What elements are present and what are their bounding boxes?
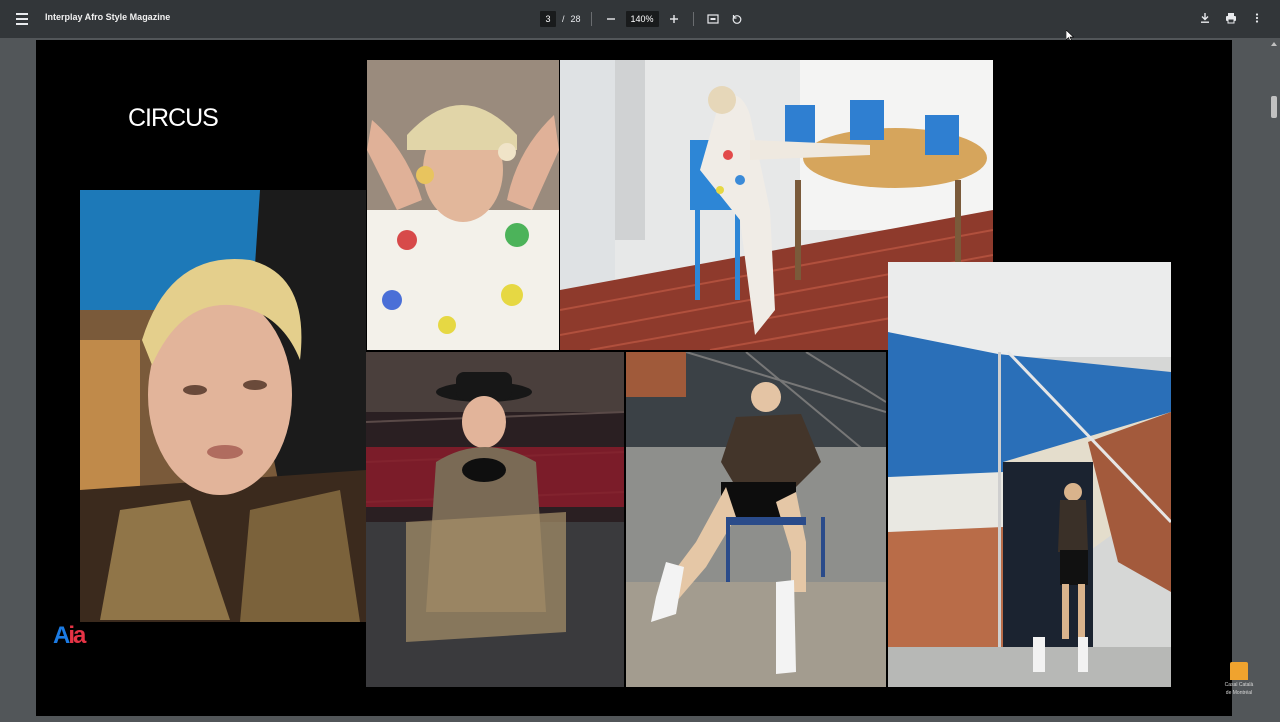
- right-controls: [1196, 9, 1266, 27]
- download-button[interactable]: [1196, 9, 1214, 27]
- casal-logo-icon: [1230, 662, 1248, 680]
- pdf-toolbar: Interplay Afro Style Magazine 3 / 28 140…: [0, 0, 1280, 38]
- fit-to-page-icon: [706, 14, 719, 24]
- minus-icon: [606, 18, 615, 20]
- zoom-in-button[interactable]: [665, 10, 683, 28]
- photo-hat-bleachers: [366, 352, 624, 687]
- photo-seated-chair: [626, 352, 886, 687]
- divider: [590, 12, 592, 26]
- print-button[interactable]: [1222, 9, 1240, 27]
- menu-icon[interactable]: [12, 9, 32, 29]
- more-options-button[interactable]: [1248, 9, 1266, 27]
- page-total: 28: [570, 14, 581, 24]
- photo-circus-tent: [888, 262, 1171, 687]
- plus-icon: [669, 15, 678, 23]
- zoom-input[interactable]: 140%: [625, 11, 659, 27]
- rotate-button[interactable]: [728, 10, 746, 28]
- casal-catala-watermark: Casal Català de Montréal: [1222, 662, 1256, 702]
- scrollbar-thumb[interactable]: [1271, 96, 1277, 118]
- vertical-scrollbar[interactable]: [1268, 38, 1280, 722]
- print-icon: [1226, 13, 1236, 24]
- rotate-icon: [732, 15, 741, 24]
- scroll-up-arrow-icon[interactable]: [1270, 40, 1278, 48]
- watermark-line1: Casal Català: [1224, 682, 1254, 688]
- photo-hands-face: [367, 60, 559, 350]
- divider: [692, 12, 694, 26]
- page-heading: CIRCUS: [128, 104, 219, 132]
- download-icon: [1201, 13, 1209, 23]
- aia-logo: Aia: [53, 622, 86, 649]
- more-vert-icon: [1255, 13, 1259, 23]
- photo-portrait-closeup: [80, 190, 366, 622]
- fit-page-button[interactable]: [704, 10, 722, 28]
- page-controls: 3 / 28 140%: [540, 9, 746, 29]
- document-title: Interplay Afro Style Magazine: [45, 12, 171, 22]
- zoom-out-button[interactable]: [602, 10, 620, 28]
- page-separator: /: [562, 14, 565, 24]
- watermark-line2: de Montréal: [1225, 690, 1253, 696]
- page-number-input[interactable]: 3: [540, 11, 556, 27]
